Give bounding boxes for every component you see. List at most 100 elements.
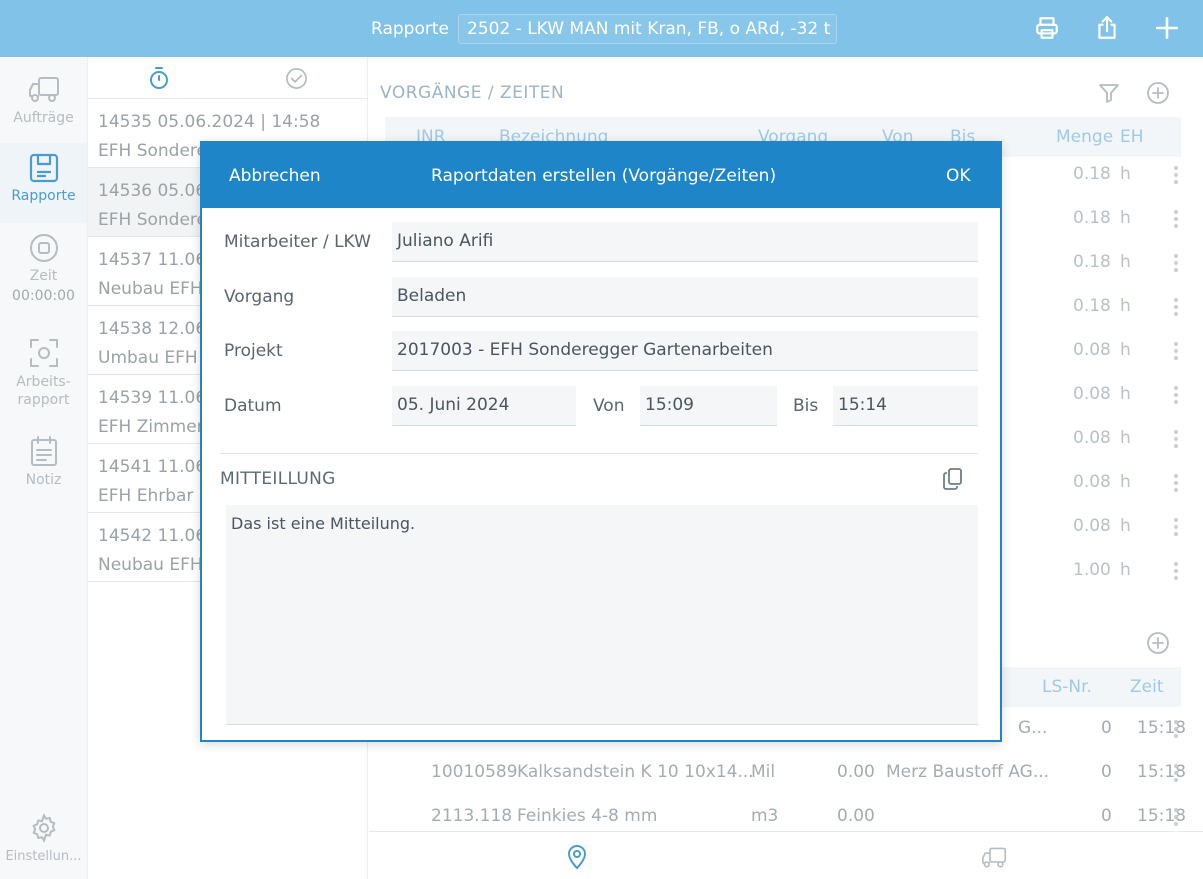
vehicle-selector[interactable]: 2502 - LKW MAN mit Kran, FB, o ARd, -32 … bbox=[458, 14, 837, 44]
label-datum: Datum bbox=[224, 396, 282, 416]
bis-time-field[interactable]: 15:14 bbox=[833, 386, 978, 426]
row-more-icon[interactable] bbox=[1174, 808, 1178, 829]
nav-label: rapport bbox=[17, 392, 70, 408]
list-item-title: 14535 05.06.2024 | 14:58 bbox=[98, 112, 321, 132]
label-von: Von bbox=[593, 396, 625, 416]
add-circle-icon[interactable] bbox=[1146, 81, 1170, 105]
stop-icon bbox=[29, 234, 58, 262]
list-header bbox=[88, 57, 367, 99]
bottom-toolbar bbox=[369, 831, 1203, 879]
truck-icon bbox=[28, 77, 59, 102]
print-button[interactable] bbox=[1033, 14, 1061, 42]
page-title: Rapporte bbox=[371, 19, 449, 39]
divider bbox=[220, 453, 978, 454]
col-header-zeit[interactable]: Zeit bbox=[1130, 677, 1164, 697]
nav-label: Zeit bbox=[29, 268, 58, 284]
left-nav: Aufträge Rapporte Zeit 00:00:00 Arbeits-… bbox=[0, 57, 88, 879]
row-eh: h bbox=[1120, 340, 1131, 360]
check-circle-icon[interactable] bbox=[285, 67, 308, 90]
row-menge: 1.00 bbox=[1073, 560, 1111, 580]
row-eh: h bbox=[1120, 472, 1131, 492]
row-more-icon[interactable] bbox=[1174, 298, 1178, 319]
nav-item-notiz[interactable]: Notiz bbox=[0, 435, 87, 495]
material-cell-bez: Kalksandstein K 10 10x14... bbox=[517, 762, 754, 782]
nav-item-rapporte[interactable]: Rapporte bbox=[0, 143, 87, 223]
nav-label: Aufträge bbox=[13, 110, 74, 126]
cancel-button[interactable]: Abbrechen bbox=[229, 166, 321, 186]
gear-icon bbox=[31, 813, 56, 843]
filter-icon[interactable] bbox=[1097, 81, 1121, 105]
dialog-header: Abbrechen Raportdaten erstellen (Vorgäng… bbox=[202, 143, 1000, 208]
row-more-icon[interactable] bbox=[1174, 166, 1178, 187]
col-header-ls-nr[interactable]: LS-Nr. bbox=[1042, 677, 1092, 697]
share-icon bbox=[1098, 16, 1116, 39]
nav-label: Rapporte bbox=[11, 188, 76, 204]
material-cell-menge: 0.00 bbox=[837, 762, 875, 782]
truck-icon[interactable] bbox=[980, 846, 1008, 870]
report-icon bbox=[29, 153, 58, 183]
projekt-field[interactable]: 2017003 - EFH Sonderegger Gartenarbeiten bbox=[392, 331, 978, 371]
row-menge: 0.08 bbox=[1073, 428, 1111, 448]
row-more-icon[interactable] bbox=[1174, 254, 1178, 275]
col-header-eh[interactable]: EH bbox=[1120, 127, 1144, 147]
material-cell-bez: Feinkies 4-8 mm bbox=[517, 806, 658, 826]
message-section-title: MITTEILLUNG bbox=[220, 469, 336, 489]
row-more-icon[interactable] bbox=[1174, 342, 1178, 363]
add-material-icon[interactable] bbox=[1146, 631, 1170, 655]
row-more-icon[interactable] bbox=[1174, 720, 1178, 741]
nav-item-auftraege[interactable]: Aufträge bbox=[0, 75, 87, 143]
material-cell-eh: Mil bbox=[751, 762, 776, 782]
stopwatch-icon[interactable] bbox=[148, 66, 170, 90]
row-more-icon[interactable] bbox=[1174, 386, 1178, 407]
printer-icon bbox=[1036, 17, 1058, 39]
location-pin-icon[interactable] bbox=[566, 844, 588, 870]
row-menge: 0.08 bbox=[1073, 384, 1111, 404]
nav-label: Arbeits- bbox=[16, 374, 71, 390]
timer-display: 00:00:00 bbox=[12, 288, 75, 304]
material-cell-nr: 10010589 bbox=[431, 762, 518, 782]
row-menge: 0.18 bbox=[1073, 296, 1111, 316]
material-cell-lief: Merz Baustoff AG... bbox=[886, 762, 1050, 782]
row-more-icon[interactable] bbox=[1174, 518, 1178, 539]
row-eh: h bbox=[1120, 252, 1131, 272]
row-eh: h bbox=[1120, 384, 1131, 404]
calendar-note-icon bbox=[30, 436, 57, 466]
row-menge: 0.18 bbox=[1073, 252, 1111, 272]
material-cell-ls: 0 bbox=[1101, 806, 1112, 826]
nav-item-einstellungen[interactable]: Einstellun... bbox=[0, 813, 87, 873]
row-menge: 0.08 bbox=[1073, 516, 1111, 536]
row-eh: h bbox=[1120, 164, 1131, 184]
row-more-icon[interactable] bbox=[1174, 474, 1178, 495]
nav-label: Einstellun... bbox=[5, 849, 82, 864]
nav-item-arbeitsrapport[interactable]: Arbeits- rapport bbox=[0, 337, 87, 417]
label-vorgang: Vorgang bbox=[224, 287, 295, 307]
label-mitarbeiter: Mitarbeiter / LKW bbox=[224, 232, 371, 252]
row-more-icon[interactable] bbox=[1174, 210, 1178, 231]
datum-field[interactable]: 05. Juni 2024 bbox=[392, 386, 576, 426]
vorgang-field[interactable]: Beladen bbox=[392, 277, 978, 317]
section-title: VORGÄNGE / ZEITEN bbox=[380, 83, 565, 103]
material-cell-menge: 0.00 bbox=[837, 806, 875, 826]
row-menge: 0.08 bbox=[1073, 340, 1111, 360]
label-bis: Bis bbox=[793, 396, 819, 416]
row-more-icon[interactable] bbox=[1174, 562, 1178, 583]
col-header-menge[interactable]: Menge bbox=[1056, 127, 1113, 147]
share-button[interactable] bbox=[1093, 14, 1121, 42]
row-eh: h bbox=[1120, 516, 1131, 536]
material-cell-ls: 0 bbox=[1101, 718, 1112, 738]
nav-label: Notiz bbox=[25, 472, 62, 488]
add-button[interactable] bbox=[1153, 14, 1181, 42]
message-textarea[interactable]: Das ist eine Mitteilung. bbox=[226, 505, 978, 725]
von-time-field[interactable]: 15:09 bbox=[640, 386, 777, 426]
ok-button[interactable]: OK bbox=[946, 166, 971, 186]
copy-icon[interactable] bbox=[942, 467, 964, 491]
nav-item-zeit[interactable]: Zeit 00:00:00 bbox=[0, 233, 87, 323]
material-row[interactable]: 10010589 Kalksandstein K 10 10x14... Mil 0.… bbox=[385, 752, 1186, 796]
mitarbeiter-field[interactable]: Juliano Arifi bbox=[392, 222, 978, 262]
row-more-icon[interactable] bbox=[1174, 764, 1178, 785]
material-cell-ls: 0 bbox=[1101, 762, 1112, 782]
create-report-dialog: Abbrechen Raportdaten erstellen (Vorgäng… bbox=[200, 141, 1002, 742]
row-more-icon[interactable] bbox=[1174, 430, 1178, 451]
row-eh: h bbox=[1120, 428, 1131, 448]
dialog-title: Raportdaten erstellen (Vorgänge/Zeiten) bbox=[431, 166, 777, 186]
